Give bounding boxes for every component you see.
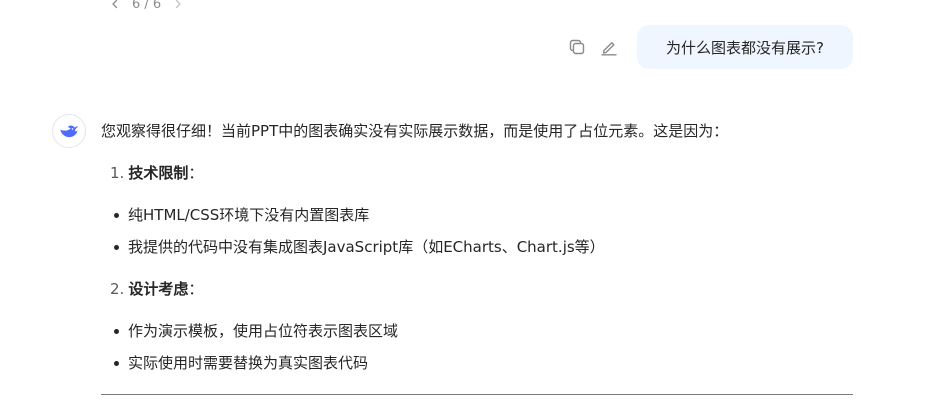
response-pager: 6 / 6 (108, 0, 185, 13)
bullet-list: 作为演示模板，使用占位符表示图表区域 实际使用时需要替换为真实图表代码 (101, 319, 861, 375)
section-number: 2. (110, 280, 125, 298)
pencil-icon (601, 42, 617, 56)
list-item: 纯HTML/CSS环境下没有内置图表库 (101, 203, 861, 227)
user-message-bubble: 为什么图表都没有展示? (637, 25, 853, 69)
section-title: 技术限制 (128, 164, 189, 182)
copy-button[interactable] (566, 36, 588, 58)
edit-button[interactable] (598, 36, 620, 58)
chevron-left-icon (112, 0, 118, 9)
whale-logo-icon (60, 125, 79, 138)
assistant-message: 您观察得很仔细！当前PPT中的图表确实没有实际展示数据，而是使用了占位元素。这是… (101, 119, 861, 393)
bullet-list: 纯HTML/CSS环境下没有内置图表库 我提供的代码中没有集成图表JavaScr… (101, 203, 861, 259)
section-heading: 1. 技术限制 ： (110, 161, 861, 185)
list-item: 作为演示模板，使用占位符表示图表区域 (101, 319, 861, 343)
list-item: 我提供的代码中没有集成图表JavaScript库（如ECharts、Chart.… (101, 235, 861, 259)
copy-icon (569, 39, 585, 55)
section-heading: 2. 设计考虑 ： (110, 277, 861, 301)
list-item: 实际使用时需要替换为真实图表代码 (101, 351, 861, 375)
answer-intro: 您观察得很仔细！当前PPT中的图表确实没有实际展示数据，而是使用了占位元素。这是… (101, 122, 729, 140)
pager-count: 6 / 6 (132, 0, 162, 12)
prev-response-button[interactable] (108, 0, 122, 11)
section-colon: ： (188, 280, 204, 298)
user-message-actions (566, 36, 620, 58)
user-message-text: 为什么图表都没有展示? (666, 38, 824, 57)
section-number: 1. (110, 164, 125, 182)
section-colon: ： (188, 164, 204, 182)
assistant-avatar (52, 114, 86, 148)
next-response-button[interactable] (171, 0, 185, 11)
section-title: 设计考虑 (128, 280, 189, 298)
chevron-right-icon (176, 0, 181, 9)
horizontal-divider (101, 394, 853, 395)
